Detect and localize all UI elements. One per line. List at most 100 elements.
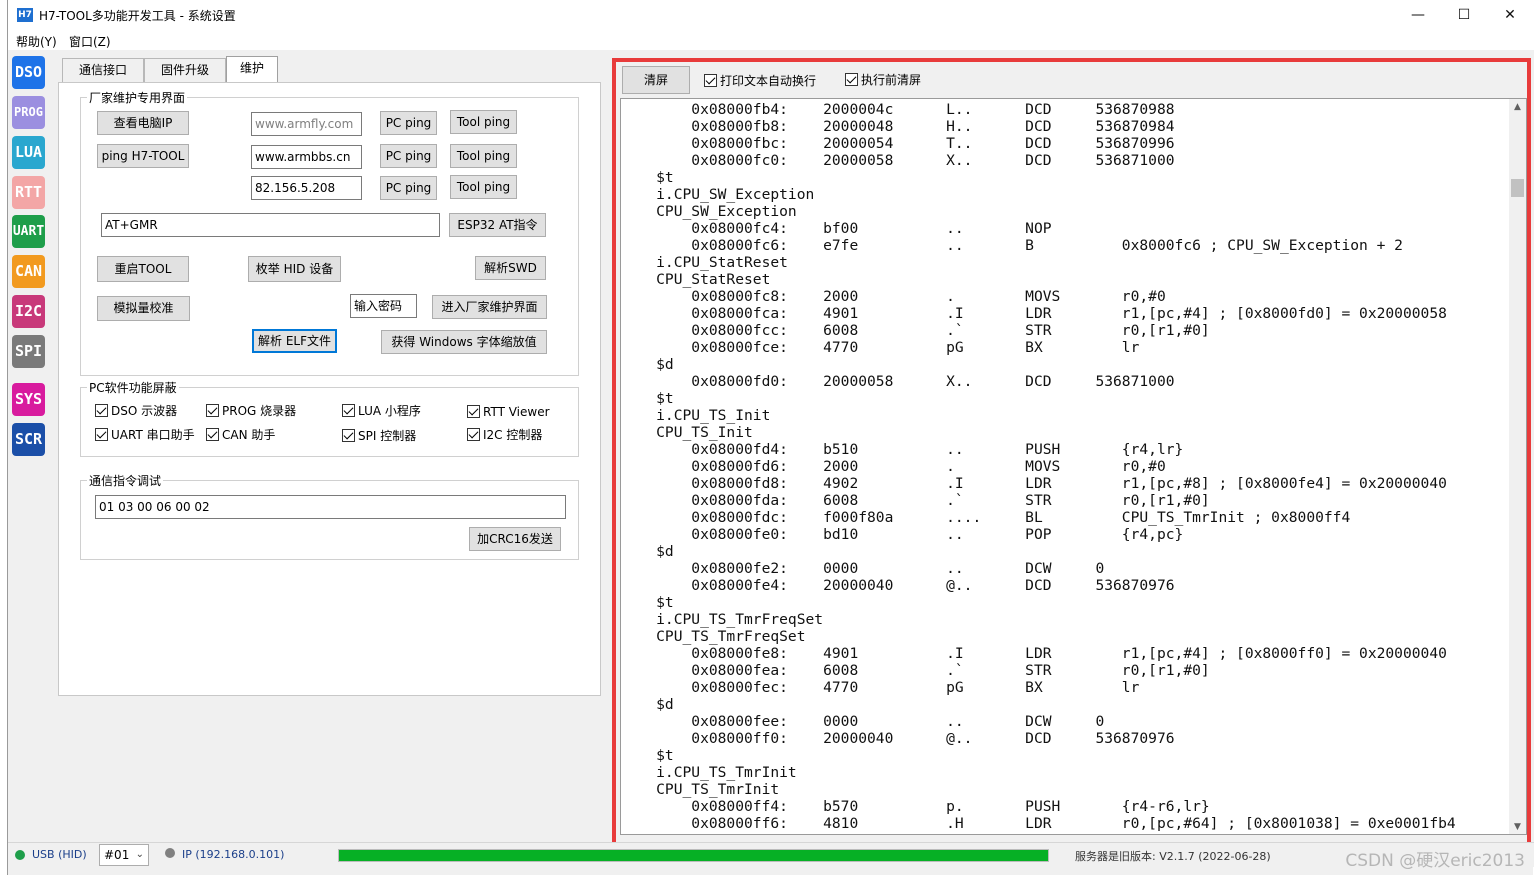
debug-group-title: 通信指令调试 (87, 472, 164, 489)
windows-scale-button[interactable]: 获得 Windows 字体缩放值 (381, 330, 547, 354)
password-input[interactable]: 输入密码 (350, 294, 417, 318)
uart-checkbox[interactable]: UART 串口助手 (95, 428, 195, 442)
menu-window[interactable]: 窗口(Z) (69, 33, 111, 50)
auto-wrap-checkbox[interactable]: 打印文本自动换行 (704, 74, 816, 88)
console-line: 0x08000ff4: b570 p. PUSH {r4-r6,lr} (621, 798, 1210, 815)
close-button[interactable]: ✕ (1487, 0, 1533, 30)
console-line: $d (621, 356, 674, 373)
sidebar-item-prog[interactable]: PROG (12, 96, 45, 129)
console-line: $t (621, 594, 674, 611)
pc-ping-button-1[interactable]: PC ping (380, 111, 437, 135)
console-line: 0x08000fb8: 20000048 H.. DCD 536870984 (621, 118, 1175, 135)
auto-wrap-label: 打印文本自动换行 (720, 74, 817, 88)
ip-status-icon (165, 848, 175, 858)
sidebar-item-rtt[interactable]: RTT (12, 176, 45, 209)
dso-checkbox-box[interactable] (95, 404, 108, 417)
console-scrollbar[interactable]: ▲ ▼ (1509, 99, 1526, 834)
scroll-down-arrow-icon[interactable]: ▼ (1509, 819, 1526, 834)
parse-swd-button[interactable]: 解析SWD (475, 256, 546, 280)
prog-checkbox[interactable]: PROG 烧录器 (206, 404, 296, 418)
clear-before-run-checkbox[interactable]: 执行前清屏 (845, 73, 921, 87)
sidebar-item-can[interactable]: CAN (12, 255, 45, 288)
i2c-checkbox[interactable]: I2C 控制器 (467, 428, 542, 442)
debug-group: 通信指令调试 01 03 00 06 00 02 加CRC16发送 (80, 472, 579, 560)
console-line: $d (621, 696, 674, 713)
clear-before-run-label: 执行前清屏 (861, 73, 922, 87)
at-command-input[interactable]: AT+GMR (101, 213, 440, 237)
tab-maintenance[interactable]: 维护 (226, 56, 278, 82)
enum-hid-button[interactable]: 枚举 HID 设备 (248, 256, 341, 282)
sidebar-item-spi[interactable]: SPI (12, 335, 45, 368)
auto-wrap-checkbox-box[interactable] (704, 74, 717, 87)
host1-input[interactable]: www.armfly.com (251, 112, 362, 136)
spi-checkbox-box[interactable] (342, 429, 355, 442)
minimize-button[interactable]: — (1395, 0, 1441, 30)
factory-group: 厂家维护专用界面 查看电脑IP www.armfly.com PC ping T… (80, 89, 579, 376)
maximize-button[interactable]: ☐ (1441, 0, 1487, 30)
menu-bar: 帮助(Y) 窗口(Z) (8, 30, 1534, 50)
console-line: 0x08000fc0: 20000058 X.. DCD 536871000 (621, 152, 1175, 169)
sidebar-item-scr[interactable]: SCR (12, 423, 45, 456)
command-input[interactable]: 01 03 00 06 00 02 (95, 495, 566, 519)
tool-ping-button-2[interactable]: Tool ping (450, 144, 517, 168)
lua-checkbox[interactable]: LUA 小程序 (342, 404, 421, 418)
scroll-up-arrow-icon[interactable]: ▲ (1509, 99, 1526, 116)
can-checkbox[interactable]: CAN 助手 (206, 428, 275, 442)
ping-h7-button[interactable]: ping H7-TOOL (97, 144, 189, 168)
pc-ping-button-2[interactable]: PC ping (380, 144, 437, 168)
rtt-checkbox[interactable]: RTT Viewer (467, 405, 550, 419)
ip-status: IP (192.168.0.101) (182, 848, 285, 861)
menu-help[interactable]: 帮助(Y) (16, 33, 57, 50)
console-line: 0x08000fcc: 6008 .` STR r0,[r1,#0] (621, 322, 1210, 339)
csdn-watermark: CSDN @硬汉eric2013 (1345, 851, 1525, 871)
tool-ping-button-3[interactable]: Tool ping (450, 175, 517, 199)
maintenance-page: 厂家维护专用界面 查看电脑IP www.armfly.com PC ping T… (58, 82, 601, 696)
esp32-at-button[interactable]: ESP32 AT指令 (449, 213, 546, 237)
can-checkbox-box[interactable] (206, 428, 219, 441)
tab-firmware[interactable]: 固件升级 (144, 58, 226, 82)
uart-checkbox-box[interactable] (95, 428, 108, 441)
clear-screen-button[interactable]: 清屏 (622, 66, 690, 94)
restart-tool-button[interactable]: 重启TOOL (97, 256, 189, 282)
enter-factory-button[interactable]: 进入厂家维护界面 (432, 295, 547, 319)
prog-checkbox-box[interactable] (206, 404, 219, 417)
console-line: i.CPU_SW_Exception (621, 186, 815, 203)
pc-ping-button-3[interactable]: PC ping (380, 176, 437, 200)
sidebar-item-uart[interactable]: UART (12, 215, 45, 248)
sidebar-item-dso[interactable]: DSO (12, 56, 45, 89)
rtt-checkbox-box[interactable] (467, 405, 480, 418)
lua-checkbox-label: LUA 小程序 (358, 404, 421, 418)
device-select-value: #01 (104, 848, 130, 862)
lua-checkbox-box[interactable] (342, 404, 355, 417)
spi-checkbox[interactable]: SPI 控制器 (342, 429, 416, 443)
console-line: 0x08000fb4: 2000004c L.. DCD 536870988 (621, 101, 1175, 118)
clear-before-run-checkbox-box[interactable] (845, 73, 858, 86)
progress-bar (338, 849, 1049, 862)
sidebar-item-lua[interactable]: LUA (12, 136, 45, 169)
console-line: 0x08000fc8: 2000 . MOVS r0,#0 (621, 288, 1166, 305)
usb-status-icon (15, 850, 25, 860)
tool-ping-button-1[interactable]: Tool ping (450, 110, 517, 134)
i2c-checkbox-box[interactable] (467, 428, 480, 441)
host2-input[interactable]: www.armbbs.cn (251, 145, 362, 169)
view-ip-button[interactable]: 查看电脑IP (97, 111, 189, 135)
sidebar-item-i2c[interactable]: I2C (12, 295, 45, 328)
progress-fill (339, 850, 1048, 861)
console-line: 0x08000fe8: 4901 .I LDR r1,[pc,#4] ; [0x… (621, 645, 1447, 662)
title-bar[interactable]: H7 H7-TOOL多功能开发工具 - 系统设置 — ☐ ✕ (8, 0, 1534, 30)
crc16-send-button[interactable]: 加CRC16发送 (469, 527, 561, 551)
tab-comm[interactable]: 通信接口 (62, 58, 144, 82)
parse-elf-button[interactable]: 解析 ELF文件 (252, 329, 337, 353)
console-line: 0x08000fce: 4770 pG BX lr (621, 339, 1140, 356)
console-line: CPU_TS_TmrFreqSet (621, 628, 806, 645)
sidebar-item-sys[interactable]: SYS (12, 383, 45, 416)
console-output[interactable]: 0x08000fb4: 2000004c L.. DCD 536870988 0… (620, 98, 1527, 835)
app-icon: H7 (17, 8, 33, 22)
dso-checkbox-label: DSO 示波器 (111, 404, 178, 418)
host3-input[interactable]: 82.156.5.208 (251, 176, 362, 200)
dso-checkbox[interactable]: DSO 示波器 (95, 404, 177, 418)
device-select[interactable]: #01 ⌄ (99, 844, 149, 866)
console-line: 0x08000fd0: 20000058 X.. DCD 536871000 (621, 373, 1175, 390)
scroll-thumb[interactable] (1511, 179, 1524, 197)
analog-calibration-button[interactable]: 模拟量校准 (97, 296, 190, 321)
